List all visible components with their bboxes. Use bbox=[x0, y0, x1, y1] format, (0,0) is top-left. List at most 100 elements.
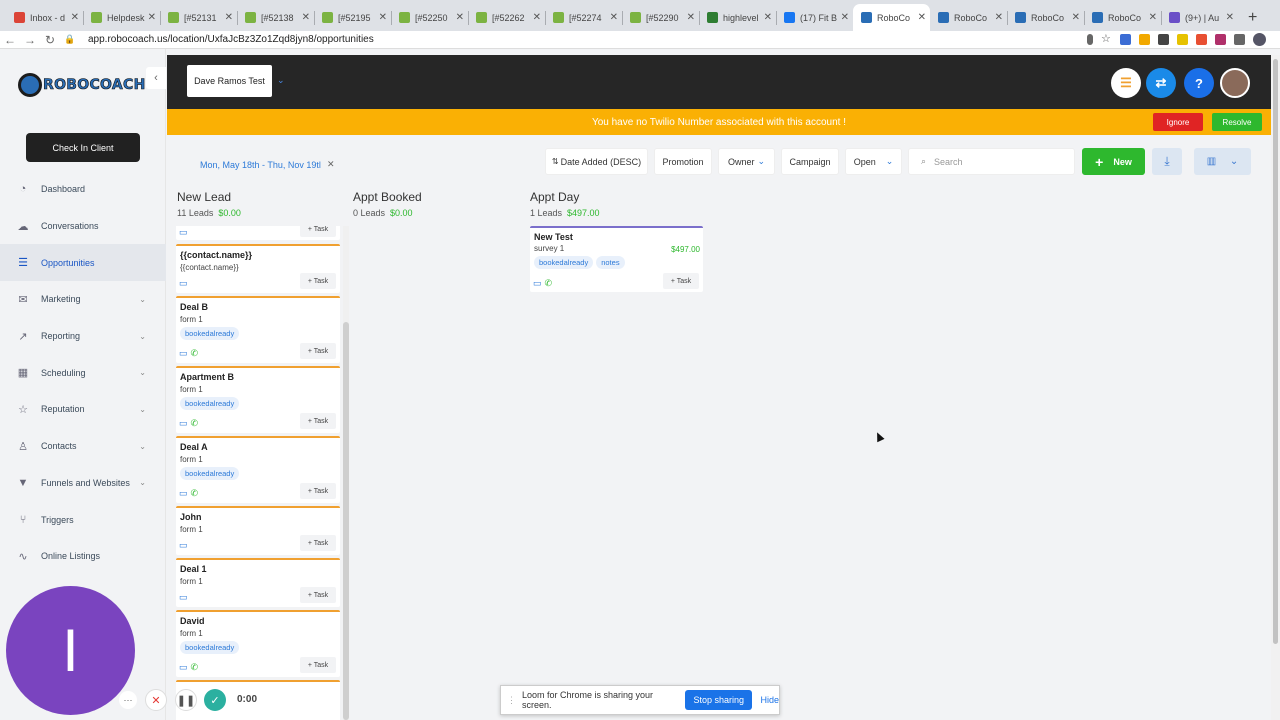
chat-icon[interactable]: ▭ bbox=[179, 278, 188, 288]
extension-icon[interactable] bbox=[1215, 34, 1226, 45]
close-tab-icon[interactable]: ✕ bbox=[1072, 12, 1080, 23]
chat-icon[interactable]: ▭ bbox=[179, 348, 188, 358]
pause-icon[interactable]: ❚❚ bbox=[175, 689, 197, 711]
account-switcher[interactable]: Dave Ramos Test bbox=[187, 65, 272, 97]
extension-icon[interactable] bbox=[1158, 34, 1169, 45]
phone-icon[interactable]: ✆ bbox=[191, 418, 199, 428]
close-tab-icon[interactable]: ✕ bbox=[379, 12, 387, 23]
add-task-button[interactable]: + Task bbox=[300, 343, 336, 359]
chat-icon[interactable]: ▭ bbox=[179, 662, 188, 672]
sidebar-item-dashboard[interactable]: ◔ Dashboard bbox=[0, 171, 166, 208]
phone-icon[interactable]: ✆ bbox=[191, 348, 199, 358]
browser-tab[interactable]: [#52131 ✕ bbox=[160, 4, 237, 31]
add-task-button[interactable]: + Task bbox=[300, 413, 336, 429]
opportunity-card-partial[interactable] bbox=[176, 680, 340, 720]
new-tab-button[interactable]: + bbox=[1238, 9, 1267, 31]
browser-tab[interactable]: [#52195 ✕ bbox=[314, 4, 391, 31]
browser-tab[interactable]: [#52138 ✕ bbox=[237, 4, 314, 31]
close-tab-icon[interactable]: ✕ bbox=[456, 12, 464, 23]
phone-icon[interactable]: ✆ bbox=[191, 488, 199, 498]
resolve-button[interactable]: Resolve bbox=[1212, 113, 1262, 131]
opportunity-card[interactable]: {{contact.name}} {{contact.name}} ▭ + Task bbox=[176, 244, 340, 293]
bookmark-star-icon[interactable]: ☆ bbox=[1101, 34, 1112, 45]
browser-tab[interactable]: highlevel ✕ bbox=[699, 4, 776, 31]
switch-arrows-icon[interactable]: ⇄ bbox=[1146, 68, 1176, 98]
close-tab-icon[interactable]: ✕ bbox=[225, 12, 233, 23]
close-tab-icon[interactable]: ✕ bbox=[1226, 12, 1234, 23]
sidebar-item-reputation[interactable]: ☆ Reputation ⌄ bbox=[0, 391, 166, 428]
extension-icon[interactable] bbox=[1139, 34, 1150, 45]
close-tab-icon[interactable]: ✕ bbox=[687, 12, 695, 23]
add-task-button[interactable]: + Task bbox=[300, 535, 336, 551]
user-avatar[interactable] bbox=[1220, 68, 1250, 98]
chat-icon[interactable]: ▭ bbox=[533, 278, 542, 288]
sidebar-item-online-listings[interactable]: ∿ Online Listings bbox=[0, 538, 166, 575]
mic-icon[interactable] bbox=[1087, 34, 1093, 45]
page-scrollbar[interactable] bbox=[1271, 55, 1280, 720]
opportunity-card[interactable]: David form 1 bookedalready ▭ ✆ + Task bbox=[176, 610, 340, 677]
extension-icon[interactable] bbox=[1120, 34, 1131, 45]
browser-tab[interactable]: [#52262 ✕ bbox=[468, 4, 545, 31]
browser-tab[interactable]: RoboCo ✕ bbox=[1084, 4, 1161, 31]
close-tab-icon[interactable]: ✕ bbox=[1149, 12, 1157, 23]
date-range-filter[interactable]: Mon, May 18th - Thu, Nov 19tl bbox=[200, 160, 321, 170]
forward-icon[interactable]: → bbox=[20, 33, 40, 47]
more-options-icon[interactable]: ··· bbox=[119, 691, 137, 709]
status-filter[interactable]: Open ⌄ bbox=[845, 148, 902, 175]
download-icon[interactable]: ⤓ bbox=[1152, 148, 1182, 175]
phone-icon[interactable]: ✆ bbox=[545, 278, 553, 288]
close-tab-icon[interactable]: ✕ bbox=[71, 12, 79, 23]
add-task-button[interactable]: + Task bbox=[300, 657, 336, 673]
campaign-filter[interactable]: Campaign bbox=[781, 148, 839, 175]
browser-tab[interactable]: Helpdesk ✕ bbox=[83, 4, 160, 31]
close-tab-icon[interactable]: ✕ bbox=[918, 12, 926, 23]
owner-filter[interactable]: Owner ⌄ bbox=[718, 148, 775, 175]
chat-icon[interactable]: ▭ bbox=[179, 540, 188, 550]
opportunity-card[interactable]: John form 1 ▭ + Task bbox=[176, 506, 340, 555]
ignore-button[interactable]: Ignore bbox=[1153, 113, 1203, 131]
drag-handle-icon[interactable]: ⋮ bbox=[507, 695, 516, 706]
browser-tab[interactable]: RoboCo ✕ bbox=[1007, 4, 1084, 31]
chat-icon[interactable]: ▭ bbox=[179, 418, 188, 428]
sidebar-item-reporting[interactable]: ↗ Reporting ⌄ bbox=[0, 318, 166, 355]
puzzle-icon[interactable] bbox=[1234, 34, 1245, 45]
sidebar-item-scheduling[interactable]: ▦ Scheduling ⌄ bbox=[0, 354, 166, 391]
sort-button[interactable]: ⇅ Date Added (DESC) bbox=[545, 148, 648, 175]
sidebar-item-opportunities[interactable]: ☰ Opportunities bbox=[0, 244, 166, 282]
chat-icon[interactable]: ▭ bbox=[179, 227, 188, 238]
loom-camera-bubble[interactable]: I bbox=[6, 586, 135, 715]
collapse-sidebar-button[interactable]: ‹ bbox=[146, 67, 166, 89]
search-input[interactable]: Search bbox=[934, 157, 963, 167]
hide-link[interactable]: Hide bbox=[760, 695, 779, 705]
help-button[interactable]: ? bbox=[1184, 68, 1214, 98]
close-tab-icon[interactable]: ✕ bbox=[764, 12, 772, 23]
extension-icon[interactable] bbox=[1177, 34, 1188, 45]
chat-icon[interactable]: ▭ bbox=[179, 592, 188, 602]
extension-icon[interactable] bbox=[1196, 34, 1207, 45]
opportunity-card[interactable]: Apartment B form 1 bookedalready ▭ ✆ + Task bbox=[176, 366, 340, 433]
stop-sharing-button[interactable]: Stop sharing bbox=[685, 690, 753, 710]
brand-logo[interactable]: ROBOCOACH bbox=[18, 73, 146, 97]
browser-tab[interactable]: [#52250 ✕ bbox=[391, 4, 468, 31]
clear-date-icon[interactable]: ✕ bbox=[327, 159, 335, 170]
sidebar-item-funnels-and-websites[interactable]: ▼ Funnels and Websites ⌄ bbox=[0, 465, 166, 502]
search-field[interactable]: ⌕ Search bbox=[908, 148, 1075, 175]
browser-tab[interactable]: [#52274 ✕ bbox=[545, 4, 622, 31]
add-task-button[interactable]: + Task bbox=[300, 273, 336, 289]
profile-avatar[interactable] bbox=[1253, 33, 1266, 46]
opportunity-card[interactable]: Deal A form 1 bookedalready ▭ ✆ + Task bbox=[176, 436, 340, 503]
new-opportunity-button[interactable]: + New bbox=[1082, 148, 1145, 175]
browser-tab[interactable]: Inbox - d ✕ bbox=[6, 4, 83, 31]
browser-tab[interactable]: (9+) | Au ✕ bbox=[1161, 4, 1238, 31]
tasks-list-icon[interactable]: ☰ bbox=[1111, 68, 1141, 98]
reload-icon[interactable]: ↻ bbox=[40, 33, 60, 47]
close-tab-icon[interactable]: ✕ bbox=[995, 12, 1003, 23]
sidebar-item-conversations[interactable]: ☁ Conversations bbox=[0, 208, 166, 245]
cancel-recording-icon[interactable]: ✕ bbox=[145, 689, 167, 711]
check-in-client-button[interactable]: Check In Client bbox=[26, 133, 140, 162]
add-task-button[interactable]: + Task bbox=[300, 587, 336, 603]
close-tab-icon[interactable]: ✕ bbox=[148, 12, 156, 23]
close-tab-icon[interactable]: ✕ bbox=[841, 12, 849, 23]
add-task-button[interactable]: + Task bbox=[300, 226, 336, 237]
close-tab-icon[interactable]: ✕ bbox=[533, 12, 541, 23]
